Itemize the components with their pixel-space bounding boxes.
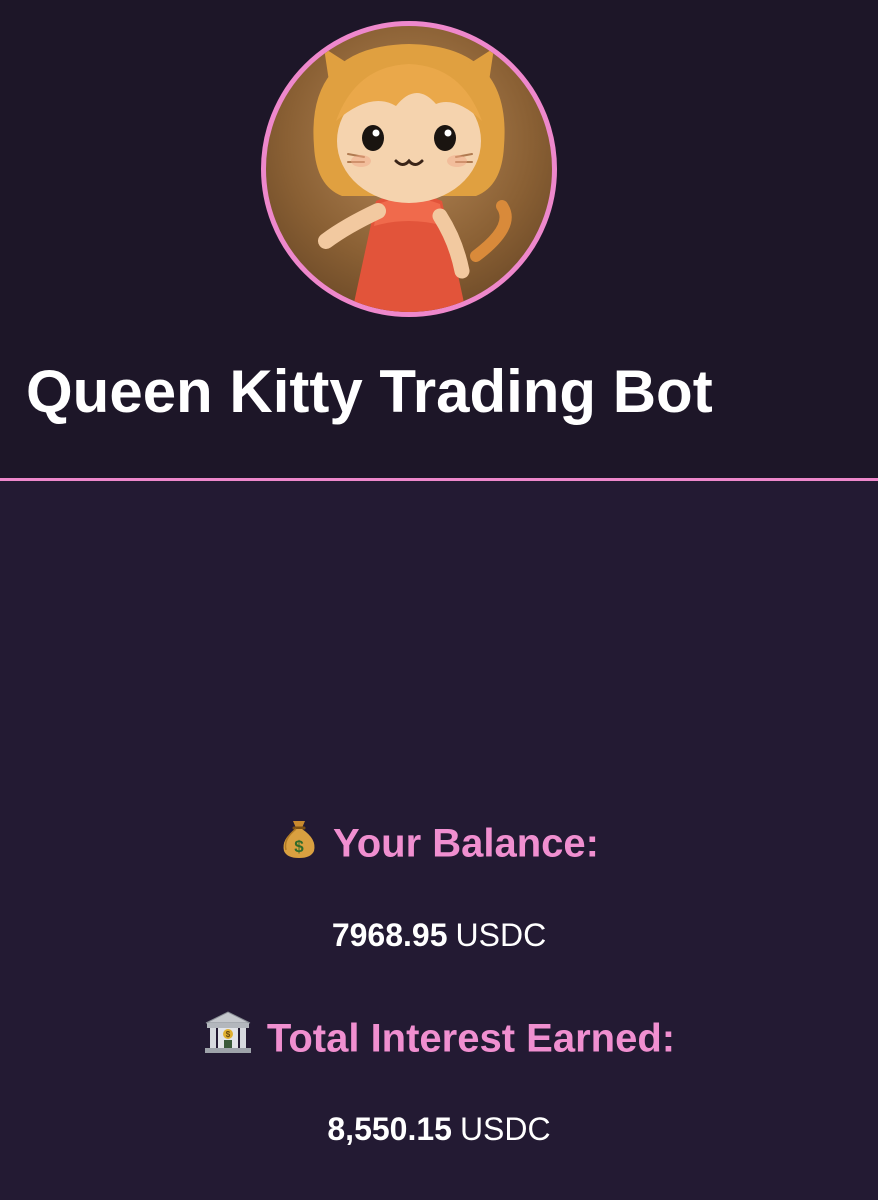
header: Queen Kitty Trading Bot: [0, 0, 878, 480]
page-title: Queen Kitty Trading Bot: [26, 358, 713, 425]
bank-icon: $: [203, 1009, 253, 1067]
svg-text:$: $: [226, 1030, 231, 1039]
balance-amount: 7968.95 USDC: [0, 915, 878, 955]
balance-value: 7968.95: [331, 917, 448, 953]
kitty-figurine-image: [313, 44, 512, 312]
balance-unit: USDC: [455, 917, 547, 953]
avatar: [261, 21, 557, 317]
balance-label: Your Balance:: [333, 821, 599, 866]
header-divider: [0, 478, 878, 481]
interest-unit: USDC: [459, 1111, 551, 1147]
interest-heading: $ Total Interest Earned:: [0, 1009, 878, 1070]
balance-heading: $ Your Balance:: [0, 818, 878, 874]
svg-text:$: $: [294, 837, 304, 856]
money-bag-icon: $: [279, 815, 319, 871]
interest-value: 8,550.15: [327, 1111, 452, 1147]
interest-amount: 8,550.15 USDC: [0, 1109, 878, 1149]
interest-label: Total Interest Earned:: [266, 1016, 676, 1061]
